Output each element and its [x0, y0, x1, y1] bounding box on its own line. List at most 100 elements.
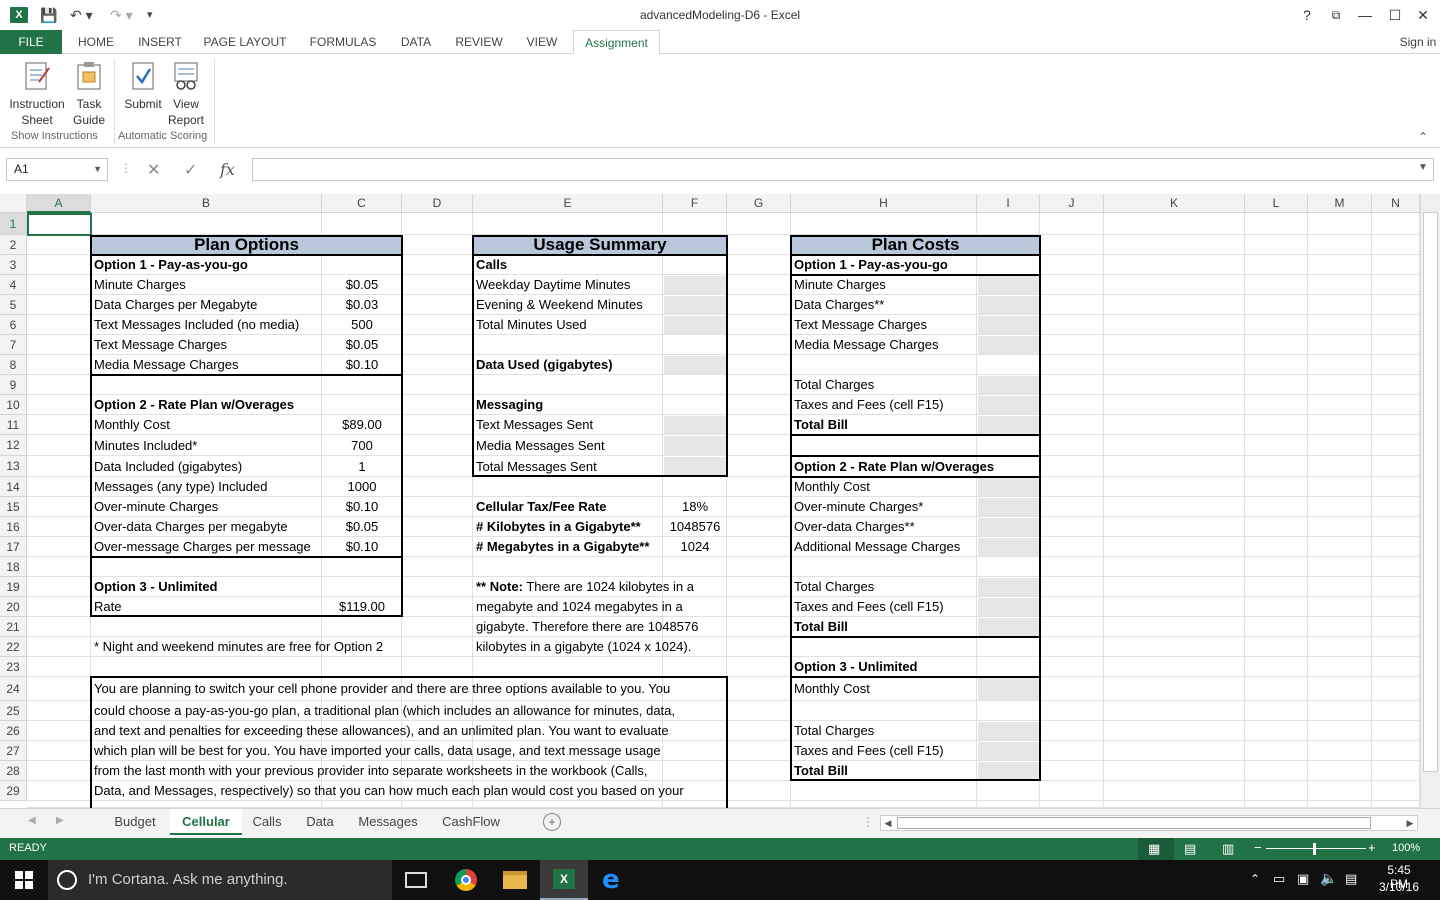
- row-header-7[interactable]: 7: [0, 335, 27, 355]
- tab-page-layout[interactable]: PAGE LAYOUT: [196, 30, 294, 54]
- usage-input-cell[interactable]: [664, 416, 726, 434]
- page-layout-view-icon[interactable]: ▤: [1184, 841, 1196, 857]
- name-box[interactable]: A1 ▼: [6, 158, 108, 181]
- horizontal-scrollbar[interactable]: ◀ ▶: [880, 815, 1418, 831]
- horizontal-scroll-thumb[interactable]: [897, 817, 1371, 829]
- row-header-16[interactable]: 16: [0, 517, 27, 537]
- zoom-slider[interactable]: [1266, 848, 1366, 849]
- show-hidden-icons-icon[interactable]: ⌃: [1250, 872, 1260, 886]
- column-header-e[interactable]: E: [473, 194, 663, 213]
- column-header-n[interactable]: N: [1372, 194, 1420, 213]
- help-button[interactable]: ?: [1297, 6, 1317, 24]
- usage-input-cell[interactable]: [664, 436, 726, 455]
- zoom-level[interactable]: 100%: [1392, 842, 1420, 854]
- row-header-22[interactable]: 22: [0, 637, 27, 657]
- column-header-d[interactable]: D: [402, 194, 473, 213]
- clock-date[interactable]: 3/10/16: [1377, 880, 1421, 894]
- volume-icon[interactable]: 🔈: [1320, 870, 1337, 887]
- row-header-20[interactable]: 20: [0, 597, 27, 617]
- sheet-tab-messages[interactable]: Messages: [350, 809, 426, 835]
- row-header-3[interactable]: 3: [0, 255, 27, 275]
- expand-formula-bar-icon[interactable]: ▼: [1418, 162, 1428, 173]
- zoom-in-icon[interactable]: +: [1368, 840, 1376, 855]
- row-header-5[interactable]: 5: [0, 295, 27, 315]
- insert-function-icon[interactable]: fx: [220, 160, 235, 179]
- row-header-24[interactable]: 24: [0, 677, 27, 701]
- usage-input-cell[interactable]: [664, 276, 726, 294]
- column-header-f[interactable]: F: [663, 194, 727, 213]
- tab-split-handle-icon[interactable]: ⋮: [862, 815, 874, 829]
- collapse-ribbon-icon[interactable]: ⌃: [1418, 130, 1428, 144]
- file-explorer-icon[interactable]: [503, 871, 527, 889]
- tab-review[interactable]: REVIEW: [448, 30, 510, 54]
- plan-costs-formula-cell[interactable]: [978, 276, 1039, 294]
- plan-costs-formula-cell[interactable]: [978, 678, 1039, 700]
- row-header-28[interactable]: 28: [0, 761, 27, 781]
- tab-home[interactable]: HOME: [66, 30, 126, 54]
- vertical-scroll-thumb[interactable]: [1423, 212, 1438, 772]
- active-cell-a1[interactable]: [27, 213, 92, 236]
- usage-input-cell[interactable]: [664, 457, 726, 476]
- row-header-1[interactable]: 1: [0, 213, 27, 235]
- plan-costs-formula-cell[interactable]: [978, 478, 1039, 496]
- tab-data[interactable]: DATA: [390, 30, 442, 54]
- cancel-formula-icon[interactable]: ✕: [147, 160, 160, 180]
- sheet-tab-cellular[interactable]: Cellular: [170, 809, 242, 835]
- column-header-m[interactable]: M: [1308, 194, 1372, 213]
- tab-insert[interactable]: INSERT: [130, 30, 190, 54]
- scroll-right-icon[interactable]: ▶: [1403, 816, 1417, 830]
- row-header-23[interactable]: 23: [0, 657, 27, 677]
- plan-costs-formula-cell[interactable]: [978, 296, 1039, 314]
- tab-file[interactable]: FILE: [0, 30, 62, 54]
- row-header-18[interactable]: 18: [0, 557, 27, 577]
- plan-costs-formula-cell[interactable]: [978, 336, 1039, 354]
- plan-costs-formula-cell[interactable]: [978, 598, 1039, 616]
- page-break-view-icon[interactable]: ▥: [1222, 841, 1234, 857]
- battery-icon[interactable]: ▭: [1273, 871, 1285, 887]
- plan-costs-formula-cell[interactable]: [978, 538, 1039, 556]
- column-header-k[interactable]: K: [1104, 194, 1245, 213]
- sheet-tab-budget[interactable]: Budget: [102, 809, 168, 835]
- row-header-8[interactable]: 8: [0, 355, 27, 375]
- plan-costs-formula-cell[interactable]: [978, 618, 1039, 636]
- formula-input[interactable]: [252, 158, 1434, 181]
- windows-start-icon[interactable]: [15, 871, 33, 889]
- plan-costs-formula-cell[interactable]: [978, 376, 1039, 394]
- row-header-21[interactable]: 21: [0, 617, 27, 637]
- edge-icon[interactable]: e: [602, 865, 620, 895]
- row-header-26[interactable]: 26: [0, 721, 27, 741]
- column-header-i[interactable]: I: [977, 194, 1040, 213]
- row-header-10[interactable]: 10: [0, 395, 27, 415]
- row-header-12[interactable]: 12: [0, 435, 27, 456]
- maximize-button[interactable]: ☐: [1385, 6, 1405, 24]
- column-header-h[interactable]: H: [791, 194, 977, 213]
- chrome-icon[interactable]: [455, 869, 477, 891]
- usage-input-cell[interactable]: [664, 296, 726, 314]
- select-all-corner[interactable]: [0, 194, 27, 213]
- row-header-27[interactable]: 27: [0, 741, 27, 761]
- scroll-tabs-left-icon[interactable]: ◀: [28, 815, 36, 826]
- row-header-6[interactable]: 6: [0, 315, 27, 335]
- plan-costs-formula-cell[interactable]: [978, 518, 1039, 536]
- row-header-15[interactable]: 15: [0, 497, 27, 517]
- tab-formulas[interactable]: FORMULAS: [300, 30, 386, 54]
- close-button[interactable]: ✕: [1413, 6, 1433, 24]
- plan-costs-formula-cell[interactable]: [978, 762, 1039, 780]
- row-header-14[interactable]: 14: [0, 477, 27, 497]
- zoom-out-icon[interactable]: −: [1254, 840, 1262, 855]
- submit-button[interactable]: Submit: [120, 60, 166, 112]
- row-header-17[interactable]: 17: [0, 537, 27, 557]
- minimize-button[interactable]: —: [1355, 6, 1375, 24]
- column-header-j[interactable]: J: [1040, 194, 1104, 213]
- tab-view[interactable]: VIEW: [514, 30, 570, 54]
- excel-taskbar-button[interactable]: X: [540, 860, 588, 900]
- view-report-button[interactable]: View Report: [166, 60, 206, 128]
- column-header-b[interactable]: B: [91, 194, 322, 213]
- name-box-dropdown-icon[interactable]: ▼: [93, 159, 102, 180]
- plan-costs-formula-cell[interactable]: [978, 742, 1039, 760]
- column-header-l[interactable]: L: [1245, 194, 1308, 213]
- cortana-search-box[interactable]: I'm Cortana. Ask me anything.: [48, 860, 392, 900]
- column-header-c[interactable]: C: [322, 194, 402, 213]
- new-sheet-icon[interactable]: +: [543, 813, 561, 831]
- row-header-9[interactable]: 9: [0, 375, 27, 395]
